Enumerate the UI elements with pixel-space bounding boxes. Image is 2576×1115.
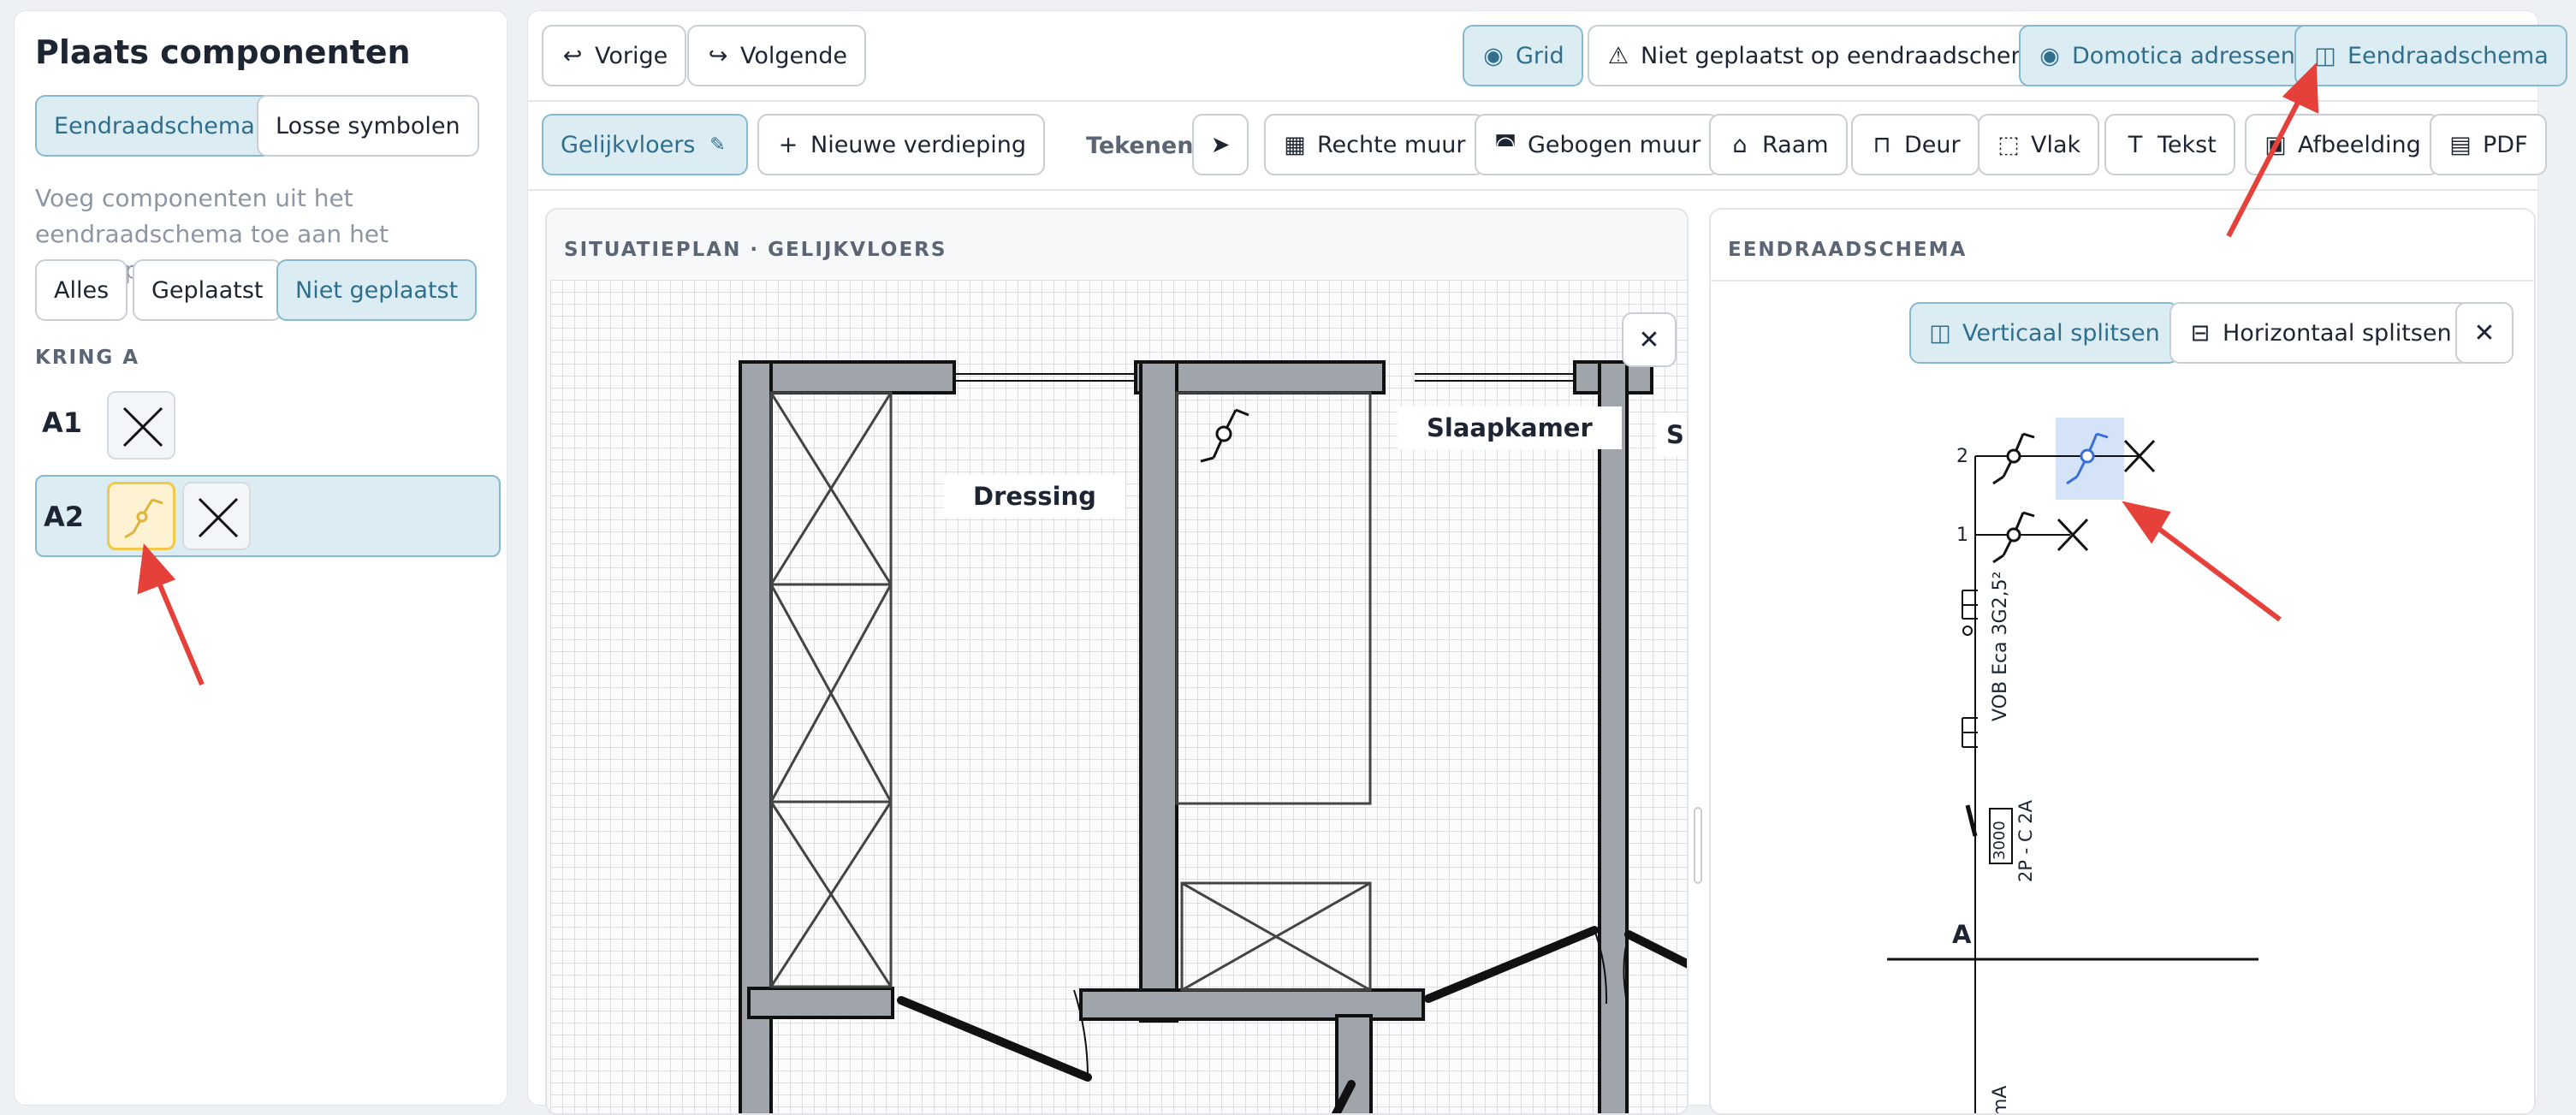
tool-curved-wall[interactable]: ◚ Gebogen muur	[1475, 114, 1720, 175]
split-icon: ◫	[2314, 42, 2336, 69]
bus-label: A	[1952, 920, 1972, 949]
plus-icon: +	[778, 131, 798, 158]
circuit-row-a2: A2	[35, 475, 501, 557]
door-icon: ⊓	[1873, 131, 1891, 158]
draw-label: Tekenen:	[1086, 133, 1203, 159]
single-line-diagram	[1887, 418, 2258, 1113]
room-label-dressing[interactable]: Dressing	[944, 475, 1125, 518]
undo-button[interactable]: ↩ Vorige	[542, 25, 687, 86]
room-label-partial[interactable]: S	[1656, 413, 1687, 456]
lamp-icon	[198, 497, 239, 538]
panel-title: Plaats componenten	[35, 33, 411, 71]
eye-icon: ◉	[1483, 42, 1504, 69]
component-panel: Plaats componenten Eendraadschema Losse …	[14, 10, 507, 1106]
text-icon: T	[2128, 131, 2143, 158]
new-floor-button[interactable]: + Nieuwe verdieping	[757, 114, 1046, 175]
tool-area[interactable]: ⬚ Vlak	[1978, 114, 2100, 175]
schema-panel: EENDRAADSCHEMA ◫ Verticaal splitsen ⊟ Hori…	[1709, 208, 2536, 1115]
undo-icon: ↩	[562, 42, 583, 69]
pencil-icon[interactable]: ✎	[705, 133, 729, 157]
wall-icon: ▦	[1284, 131, 1306, 158]
main-area: ↩ Vorige ↪ Volgende ◉ Grid ⚠ Niet geplaatst …	[527, 10, 2567, 1115]
grid-toggle[interactable]: ◉ Grid	[1463, 25, 1583, 86]
divider	[528, 100, 2539, 102]
filter-niet-geplaatst-button[interactable]: Niet geplaatst	[276, 259, 478, 321]
plan-header: SITUATIEPLAN · GELIJKVLOERS	[564, 239, 947, 261]
circuit-number-1: 1	[1956, 525, 1968, 546]
mode-eendraadschema-button[interactable]: Eendraadschema	[35, 95, 274, 157]
redo-icon: ↪	[708, 42, 728, 69]
tool-pdf[interactable]: ▤ PDF	[2430, 114, 2547, 175]
lamp-icon	[122, 406, 163, 448]
tool-door[interactable]: ⊓ Deur	[1851, 114, 1979, 175]
floor-plan-drawing	[739, 360, 1687, 1113]
bottom-partial-label: mA	[1990, 1085, 2011, 1115]
redo-button[interactable]: ↪ Volgende	[687, 25, 867, 86]
lamp-component[interactable]	[182, 482, 251, 550]
plan-canvas[interactable]: Dressing Slaapkamer S	[550, 280, 1687, 1113]
divider	[528, 189, 2539, 191]
warning-icon: ⚠	[1607, 42, 1629, 69]
circuit-number-2: 2	[1956, 446, 1968, 467]
cursor-icon: ➤	[1210, 131, 1231, 158]
cable-label: VOB Eca 3G2,5²	[1990, 571, 2011, 721]
splitter-handle[interactable]	[1694, 807, 1702, 884]
close-plan-button[interactable]: ✕	[1622, 312, 1677, 367]
curved-wall-icon: ◚	[1493, 131, 1517, 158]
window-icon: ⌂	[1732, 131, 1748, 158]
mode-losse-symbolen-button[interactable]: Losse symbolen	[257, 95, 479, 157]
breaker-rating: 3000	[1991, 821, 2009, 860]
tool-window[interactable]: ⌂ Raam	[1709, 114, 1848, 175]
filter-geplaatst-button[interactable]: Geplaatst	[133, 259, 282, 321]
room-label-slaapkamer[interactable]: Slaapkamer	[1398, 406, 1622, 449]
file-icon: ▤	[2449, 131, 2472, 158]
eendraadschema-toggle[interactable]: ◫ Eendraadschema	[2294, 25, 2567, 86]
close-icon: ✕	[1638, 324, 1660, 355]
eye-icon: ◉	[2039, 42, 2060, 69]
domotica-toggle[interactable]: ◉ Domotica adressen	[2019, 25, 2314, 86]
image-icon: ▣	[2264, 131, 2287, 158]
circuit-row-a1: A1	[35, 381, 497, 463]
plan-panel: SITUATIEPLAN · GELIJKVLOERS Dressing Sla…	[545, 208, 1689, 1115]
lamp-component[interactable]	[107, 391, 175, 460]
tool-straight-wall[interactable]: ▦ Rechte muur	[1264, 114, 1485, 175]
filter-alles-button[interactable]: Alles	[35, 259, 128, 321]
not-placed-button[interactable]: ⚠ Niet geplaatst op eendraadschema	[1588, 25, 2067, 86]
breaker-label: 2P - C 2A	[2015, 799, 2036, 882]
row-label: A2	[44, 501, 85, 533]
select-tool[interactable]: ➤	[1192, 114, 1249, 175]
switch-component-highlighted[interactable]	[107, 482, 175, 550]
group-label: KRING A	[35, 347, 140, 369]
tool-image[interactable]: ▣ Afbeelding	[2245, 114, 2440, 175]
tool-text[interactable]: T Tekst	[2104, 114, 2235, 175]
row-label: A1	[42, 406, 83, 439]
area-icon: ⬚	[1997, 131, 2020, 158]
switch-icon	[124, 498, 163, 539]
floor-tab[interactable]: Gelijkvloers ✎	[542, 114, 749, 175]
